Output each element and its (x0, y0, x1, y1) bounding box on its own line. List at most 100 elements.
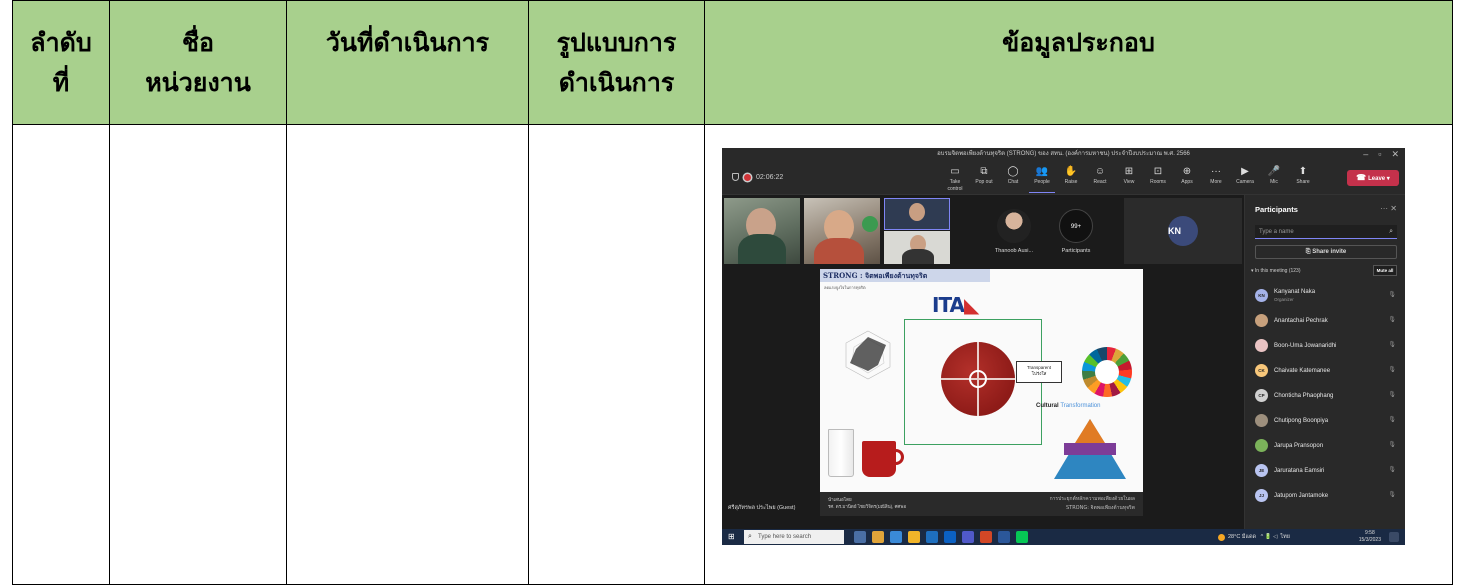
store-icon[interactable] (926, 531, 938, 543)
weather-widget[interactable]: 28°C มีแดด ^ 🔋 ◁ ไทย (1218, 533, 1290, 541)
toolbar-label: Chat (1007, 179, 1019, 185)
toolbar-apps-button[interactable]: ⊕ Apps (1174, 165, 1200, 193)
outlook-icon[interactable] (944, 531, 956, 543)
participant-item[interactable]: Anantachai Pechrak 🎙 (1255, 308, 1400, 333)
participant-avatar: JE (1255, 464, 1268, 477)
mic-muted-icon: 🎙 (1388, 442, 1396, 448)
slide-subtitle: ลดแรงจูงใจในการทุจริต (824, 285, 866, 290)
toolbar-label: Rooms (1150, 179, 1166, 185)
mic-muted-icon: 🎙 (1388, 392, 1396, 398)
taskbar-clock[interactable]: 9:58 15/3/2023 (1359, 530, 1381, 544)
slide-title: STRONG : จิตพอเพียงต้านทุจริต (820, 269, 990, 282)
maximize-icon[interactable]: ▫ (1378, 148, 1381, 161)
toolbar-label: Pop out (975, 179, 993, 185)
slide-tagline: การประยุกต์หลักความพอเพียงด้วยในผล STRON… (1050, 495, 1135, 513)
input-language[interactable]: ไทย (1280, 533, 1290, 541)
toolbar-chat-button[interactable]: ◯ Chat (1000, 165, 1026, 193)
participants-count-tile[interactable]: 99+ Participants (1046, 209, 1106, 254)
share-icon: ⬆ (1298, 166, 1308, 177)
video-tile-2[interactable] (804, 198, 880, 264)
participant-avatar: CK (1255, 364, 1268, 377)
participant-item[interactable]: KN Kanyanat Naka Organizer 🎙 (1255, 283, 1400, 308)
weather-text: 28°C มีแดด (1228, 534, 1257, 540)
toolbar-rooms-button[interactable]: ⊡ Rooms (1145, 165, 1171, 193)
header-supporting-info: ข้อมูลประกอบ (704, 0, 1453, 125)
notification-icon[interactable] (1389, 532, 1399, 542)
in-meeting-section-header[interactable]: ▾ In this meeting (123) (1251, 268, 1301, 274)
teams-icon[interactable] (962, 531, 974, 543)
participant-item[interactable]: JJ Jatupom Jantamoke 🎙 (1255, 483, 1400, 508)
mic-muted-icon: 🎙 (1388, 492, 1396, 498)
pinned-speaker[interactable]: Thanoob Ausi... (984, 209, 1044, 254)
edge-icon[interactable] (890, 531, 902, 543)
pyramid-top (1075, 419, 1105, 443)
participant-avatar (1255, 414, 1268, 427)
toolbar-label: More (1210, 179, 1222, 185)
toolbar-label: Camera (1236, 179, 1254, 185)
panel-close-icon[interactable]: ··· ✕ (1380, 204, 1397, 213)
participant-item[interactable]: JE Jaruratana Eamsiri 🎙 (1255, 458, 1400, 483)
toolbar-camera-button[interactable]: ▶ Camera (1232, 165, 1258, 193)
toolbar-label: People (1034, 179, 1050, 185)
participant-name: Jarupa Pransopon (1274, 442, 1324, 449)
toolbar-buttons: ▭ Take control ⧉ Pop out ◯ Chat 👥 People ✋ Raise ☺… (942, 165, 1316, 193)
search-icon: ⌕ (748, 533, 752, 540)
close-icon[interactable]: ✕ (1391, 148, 1399, 161)
participant-name: Boon-Uma Jowanaridhi (1274, 342, 1337, 349)
participant-name: Jatupom Jantamoke (1274, 492, 1329, 499)
participant-item[interactable]: Boon-Uma Jowanaridhi 🎙 (1255, 333, 1400, 358)
taskbar-search-input[interactable]: ⌕ Type here to search (744, 530, 844, 544)
toolbar-label: Raise (1064, 179, 1078, 185)
folder-icon[interactable] (908, 531, 920, 543)
search-placeholder: Type a name (1259, 229, 1294, 235)
toolbar-view-button[interactable]: ⊞ View (1116, 165, 1142, 193)
powerpoint-icon[interactable] (980, 531, 992, 543)
toolbar-mic-button[interactable]: 🎤 Mic (1261, 165, 1287, 193)
transparent-box: Transparent โปร่งใส (1016, 361, 1062, 383)
video-tile-4[interactable] (884, 231, 950, 264)
windows-start-icon[interactable]: ⊞ (728, 533, 736, 541)
person-body (814, 238, 864, 264)
participant-item[interactable]: CK Chaivate Katemanee 🎙 (1255, 358, 1400, 383)
participant-item[interactable]: Chutipong Boonpiya 🎙 (1255, 408, 1400, 433)
ita-logo-text: ITA (932, 293, 965, 317)
toolbar-share-button[interactable]: ⬆ Share (1290, 165, 1316, 193)
participant-name: Kanyanat Naka (1274, 288, 1316, 295)
panel-title: Participants (1255, 205, 1298, 214)
participant-item[interactable]: Jarupa Pransopon 🎙 (1255, 433, 1400, 458)
toolbar-label: Take control (947, 179, 963, 192)
minimize-icon[interactable]: – (1363, 148, 1368, 161)
share-invite-label: Share invite (1312, 249, 1347, 255)
video-tile-kn[interactable]: KN (1124, 198, 1242, 264)
toolbar-pop-out-button[interactable]: ⧉ Pop out (971, 165, 997, 193)
person-body (738, 234, 786, 264)
word-icon[interactable] (998, 531, 1010, 543)
line-icon[interactable] (1016, 531, 1028, 543)
toolbar-raise-button[interactable]: ✋ Raise (1058, 165, 1084, 193)
share-invite-button[interactable]: ⎘ Share invite (1255, 245, 1397, 259)
mute-all-button[interactable]: Mute all (1373, 265, 1397, 276)
participant-search-input[interactable]: Type a name ⌕ (1255, 225, 1397, 239)
participant-avatar (1255, 314, 1268, 327)
toolbar-take-control-button[interactable]: ▭ Take control (942, 165, 968, 193)
leave-button[interactable]: ☎ Leave ▾ (1347, 170, 1399, 186)
search-icon: ⌕ (1389, 228, 1393, 235)
toolbar-more-button[interactable]: ··· More (1203, 165, 1229, 193)
person-face (909, 203, 925, 221)
participant-item[interactable]: CP Chonticha Phaophang 🎙 (1255, 383, 1400, 408)
participant-name-block: Chaivate Katemanee (1274, 367, 1330, 375)
toolbar-react-button[interactable]: ☺ React (1087, 165, 1113, 193)
window-controls: – ▫ ✕ (1363, 148, 1399, 161)
teams-meeting-screenshot: อบรมจิตพอเพียงต้านทุจริต (STRONG) ของ สท… (722, 148, 1405, 545)
file-explorer-icon[interactable] (872, 531, 884, 543)
task-view-icon[interactable] (854, 531, 866, 543)
toolbar-people-button[interactable]: 👥 People (1029, 165, 1055, 193)
video-tile-3[interactable] (884, 198, 950, 230)
react-icon: ☺ (1094, 166, 1106, 177)
in-meeting-label: In this meeting (123) (1254, 268, 1301, 274)
cultural-word: Cultural (1036, 403, 1059, 409)
taskbar-apps (854, 531, 1028, 543)
presenter-name: รศ. ดร.มานิตย์ ไชยวิจิตร(มณีสิน), ศศพอ (828, 504, 907, 509)
recording-indicator: 02:06:22 (732, 173, 783, 181)
video-tile-1[interactable] (724, 198, 800, 264)
